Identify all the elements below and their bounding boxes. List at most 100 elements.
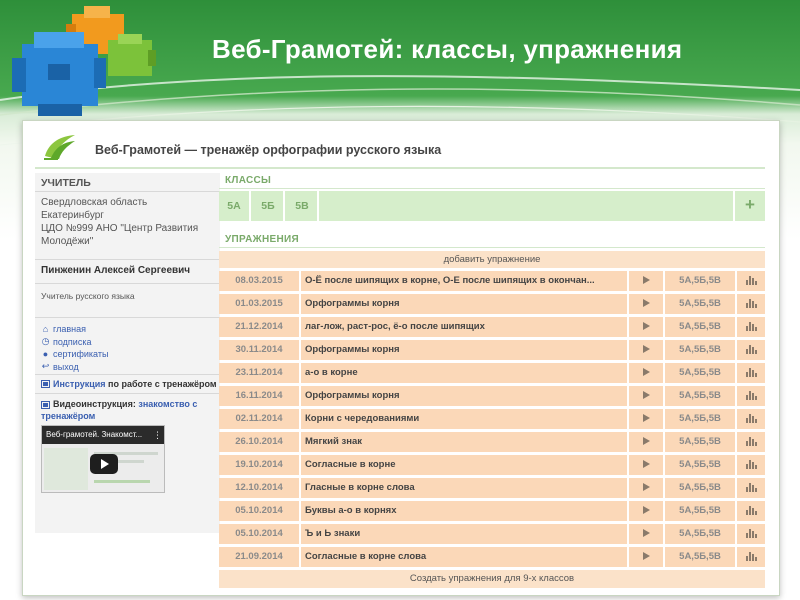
classes-bar: 5А 5Б 5В + (219, 191, 765, 221)
exercise-name[interactable]: Мягкий знак (301, 432, 627, 452)
table-row[interactable]: 16.11.2014 Орфограммы корня 5А,5Б,5В (219, 386, 765, 406)
bar-chart-icon (745, 321, 757, 332)
exercises-heading: УПРАЖНЕНИЯ (225, 234, 299, 245)
table-row[interactable]: 30.11.2014 Орфограммы корня 5А,5Б,5В (219, 340, 765, 360)
exercise-name[interactable]: Корни с чередованиями (301, 409, 627, 429)
stats-button[interactable] (737, 547, 765, 567)
play-button[interactable] (629, 294, 663, 314)
exercise-name[interactable]: Согласные в корне слова (301, 547, 627, 567)
play-icon[interactable] (90, 454, 118, 474)
exercise-name[interactable]: Буквы а-о в корнях (301, 501, 627, 521)
stats-button[interactable] (737, 386, 765, 406)
stats-button[interactable] (737, 455, 765, 475)
play-button[interactable] (629, 524, 663, 544)
video-instruction: Видеоинструкция: знакомство с тренажёром (41, 398, 217, 422)
exercise-date: 01.03.2015 (235, 298, 283, 309)
play-button[interactable] (629, 501, 663, 521)
stats-button[interactable] (737, 363, 765, 383)
play-icon (642, 368, 650, 377)
sidebar-link-subscription[interactable]: ◷ подписка (41, 336, 108, 349)
exercise-name[interactable]: О-Ё после шипящих в корне, О-Е после шип… (301, 271, 627, 291)
exercise-classes: 5А,5Б,5В (679, 528, 721, 539)
link-label: подписка (53, 336, 92, 347)
stats-button[interactable] (737, 294, 765, 314)
classes-heading: КЛАССЫ (225, 175, 272, 186)
org-line: ЦДО №999 АНО "Центр Развития (41, 223, 199, 234)
play-icon (642, 529, 650, 538)
play-button[interactable] (629, 432, 663, 452)
play-button[interactable] (629, 317, 663, 337)
exercise-classes: 5А,5Б,5В (679, 436, 721, 447)
create-grade9-exercises-button[interactable]: Создать упражнения для 9-х классов (219, 570, 765, 588)
video-label: Видеоинструкция: (53, 399, 136, 409)
video-thumbnail[interactable]: Веб-грамотей. Знакомст... ⋮ (41, 425, 165, 493)
video-icon (41, 400, 50, 409)
table-row[interactable]: 05.10.2014 Буквы а-о в корнях 5А,5Б,5В (219, 501, 765, 521)
sidebar-link-home[interactable]: ⌂ главная (41, 323, 108, 336)
table-row[interactable]: 21.09.2014 Согласные в корне слова 5А,5Б,5… (219, 547, 765, 567)
exercise-name[interactable]: Гласные в корне слова (301, 478, 627, 498)
play-button[interactable] (629, 386, 663, 406)
add-exercise-button[interactable]: добавить упражнение (219, 251, 765, 268)
table-row[interactable]: 02.11.2014 Корни с чередованиями 5А,5Б,5В (219, 409, 765, 429)
play-button[interactable] (629, 409, 663, 429)
sidebar-link-certificates[interactable]: ● сертификаты (41, 348, 109, 361)
play-button[interactable] (629, 363, 663, 383)
divider (35, 393, 220, 394)
exercise-classes: 5А,5Б,5В (679, 298, 721, 309)
table-row[interactable]: 21.12.2014 лаг-лож, раст-рос, ё-о после ш… (219, 317, 765, 337)
class-tab-5a[interactable]: 5А (219, 191, 251, 221)
play-button[interactable] (629, 478, 663, 498)
stats-button[interactable] (737, 317, 765, 337)
more-icon[interactable]: ⋮ (153, 426, 162, 444)
exercise-name[interactable]: Орфограммы корня (301, 294, 627, 314)
certificate-icon: ● (42, 348, 49, 359)
exercise-classes: 5А,5Б,5В (679, 321, 721, 332)
exercise-classes: 5А,5Б,5В (679, 344, 721, 355)
instruction-link[interactable]: Инструкция (53, 379, 106, 389)
class-tab-5b[interactable]: 5Б (253, 191, 285, 221)
exercise-name[interactable]: Ъ и Ь знаки (301, 524, 627, 544)
play-button[interactable] (629, 271, 663, 291)
play-button[interactable] (629, 455, 663, 475)
add-class-button[interactable]: + (733, 191, 765, 221)
table-row[interactable]: 26.10.2014 Мягкий знак 5А,5Б,5В (219, 432, 765, 452)
table-row[interactable]: 12.10.2014 Гласные в корне слова 5А,5Б,5В (219, 478, 765, 498)
cubes-logo (12, 6, 156, 116)
org-line: Молодёжи" (41, 236, 94, 247)
exercise-name[interactable]: лаг-лож, раст-рос, ё-о после шипящих (301, 317, 627, 337)
org-line: Свердловская область (41, 197, 148, 208)
play-icon (642, 460, 650, 469)
class-tab-5v[interactable]: 5В (287, 191, 319, 221)
slide-title: Веб-Грамотей: классы, упражнения (212, 34, 683, 64)
play-button[interactable] (629, 340, 663, 360)
table-row[interactable]: 08.03.2015 О-Ё после шипящих в корне, О-Е… (219, 271, 765, 291)
play-button[interactable] (629, 547, 663, 567)
table-row[interactable]: 05.10.2014 Ъ и Ь знаки 5А,5Б,5В (219, 524, 765, 544)
instruction-text: по работе с тренажёром (105, 379, 217, 389)
link-label: главная (53, 324, 86, 335)
video-preview-panel (44, 448, 88, 490)
stats-button[interactable] (737, 340, 765, 360)
stats-button[interactable] (737, 409, 765, 429)
bar-chart-icon (745, 459, 757, 470)
exercise-name[interactable]: Согласные в корне (301, 455, 627, 475)
stats-button[interactable] (737, 271, 765, 291)
play-icon (642, 437, 650, 446)
table-row[interactable]: 23.11.2014 а-о в корне 5А,5Б,5В (219, 363, 765, 383)
exercise-classes: 5А,5Б,5В (679, 482, 721, 493)
exercise-name[interactable]: Орфограммы корня (301, 340, 627, 360)
stats-button[interactable] (737, 524, 765, 544)
app-logo-icon (44, 135, 75, 160)
stats-button[interactable] (737, 501, 765, 521)
sidebar-link-logout[interactable]: ↩ выход (41, 361, 108, 374)
stats-button[interactable] (737, 478, 765, 498)
exercise-name[interactable]: Орфограммы корня (301, 386, 627, 406)
table-row[interactable]: 19.10.2014 Согласные в корне 5А,5Б,5В (219, 455, 765, 475)
stats-button[interactable] (737, 432, 765, 452)
exercise-name[interactable]: а-о в корне (301, 363, 627, 383)
table-row[interactable]: 01.03.2015 Орфограммы корня 5А,5Б,5В (219, 294, 765, 314)
exercise-classes: 5А,5Б,5В (679, 275, 721, 286)
video-preview (42, 444, 164, 492)
exercise-date: 21.09.2014 (235, 551, 283, 562)
